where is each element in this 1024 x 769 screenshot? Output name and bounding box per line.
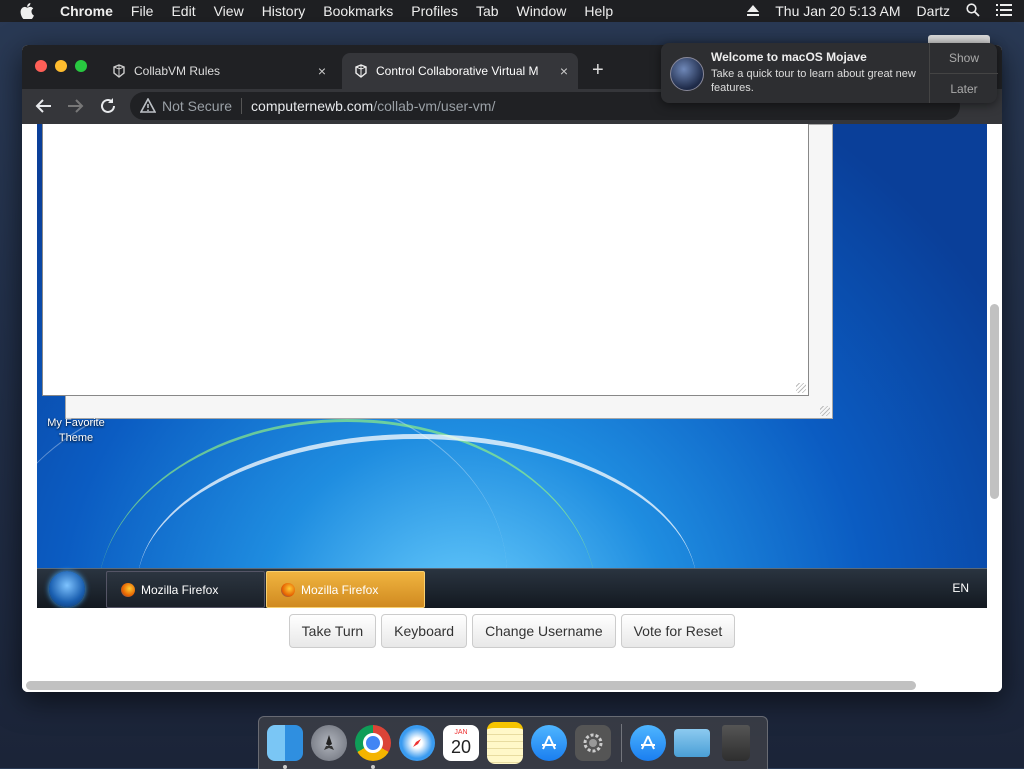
- calendar-icon[interactable]: JAN 20: [443, 725, 479, 761]
- menu-window[interactable]: Window: [517, 3, 567, 19]
- collabvm-favicon-icon: [112, 64, 126, 78]
- warning-triangle-icon[interactable]: [139, 97, 157, 114]
- calendar-month: JAN: [454, 729, 468, 736]
- forward-arrow-icon[interactable]: [66, 97, 84, 115]
- dock-separator: [621, 724, 622, 762]
- dock: JAN 20: [258, 716, 768, 769]
- taskbar-button-label: Mozilla Firefox: [301, 582, 379, 597]
- macos-mojave-icon: [670, 57, 704, 91]
- resize-grip[interactable]: [796, 383, 806, 393]
- minimize-window-button[interactable]: [55, 60, 67, 72]
- firefox-icon: [281, 582, 295, 597]
- notification-show-button[interactable]: Show: [930, 43, 998, 74]
- taskbar-firefox-button-active[interactable]: Mozilla Firefox: [266, 571, 425, 608]
- menu-tab[interactable]: Tab: [476, 3, 499, 19]
- notification-actions: Show Later: [929, 43, 998, 103]
- downloads-folder-icon[interactable]: [674, 729, 710, 757]
- omnibox-divider: [241, 98, 243, 114]
- tab-title: Control Collaborative Virtual M: [376, 64, 539, 78]
- tab-collabvm-rules[interactable]: CollabVM Rules ×: [100, 53, 336, 89]
- language-indicator[interactable]: EN: [952, 581, 969, 595]
- eject-icon[interactable]: [747, 3, 760, 19]
- back-arrow-icon[interactable]: [35, 97, 53, 115]
- vm-taskbar: Mozilla Firefox Mozilla Firefox EN: [37, 568, 987, 608]
- notes-icon[interactable]: [487, 722, 523, 764]
- chrome-icon[interactable]: [355, 725, 391, 769]
- tab-close-button[interactable]: ×: [560, 63, 568, 79]
- running-indicator: [283, 765, 287, 769]
- menu-history[interactable]: History: [262, 3, 306, 19]
- desktop-icon-my-favorite-theme[interactable]: My Favorite Theme: [45, 416, 107, 446]
- vm-foreground-window[interactable]: [42, 124, 809, 396]
- menu-profiles[interactable]: Profiles: [411, 3, 458, 19]
- chrome-center: [363, 733, 383, 753]
- taskbar-firefox-button[interactable]: Mozilla Firefox: [106, 571, 265, 608]
- notification-body: Take a quick tour to learn about great n…: [711, 68, 916, 94]
- launchpad-icon[interactable]: [311, 725, 347, 761]
- collabvm-favicon-icon: [354, 64, 368, 78]
- chrome-window: CollabVM Rules × Control Collaborative V…: [22, 45, 1002, 692]
- vm-control-buttons: Take Turn Keyboard Change Username Vote …: [22, 614, 1002, 648]
- take-turn-button[interactable]: Take Turn: [288, 614, 377, 648]
- url-path: /collab-vm/user-vm/: [373, 98, 496, 114]
- mojave-notification[interactable]: Welcome to macOS Mojave Take a quick tou…: [661, 43, 998, 103]
- app-store-downloads-icon[interactable]: [630, 725, 666, 761]
- apple-icon[interactable]: [20, 3, 36, 19]
- system-preferences-icon[interactable]: [575, 725, 611, 761]
- windows-start-button[interactable]: [49, 571, 85, 607]
- app-store-icon[interactable]: [531, 725, 567, 761]
- tab-close-button[interactable]: ×: [318, 63, 326, 79]
- menu-bookmarks[interactable]: Bookmarks: [323, 3, 393, 19]
- taskbar-button-label: Mozilla Firefox: [141, 582, 219, 597]
- horizontal-scrollbar[interactable]: [26, 681, 916, 690]
- safari-icon[interactable]: [399, 725, 435, 761]
- vertical-scrollbar[interactable]: [990, 304, 999, 499]
- menu-view[interactable]: View: [214, 3, 244, 19]
- desktop-icon-label: My Favorite Theme: [47, 417, 105, 444]
- new-tab-button[interactable]: +: [592, 59, 604, 82]
- tab-title: CollabVM Rules: [134, 64, 221, 78]
- change-username-button[interactable]: Change Username: [472, 614, 616, 648]
- menubar-clock[interactable]: Thu Jan 20 5:13 AM: [775, 3, 900, 19]
- notification-title: Welcome to macOS Mojave: [711, 50, 867, 64]
- notification-later-button[interactable]: Later: [930, 74, 998, 104]
- menu-edit[interactable]: Edit: [171, 3, 195, 19]
- menu-file[interactable]: File: [131, 3, 154, 19]
- finder-icon[interactable]: [267, 725, 303, 769]
- calendar-day: 20: [450, 737, 472, 757]
- trash-icon[interactable]: [722, 725, 750, 761]
- menu-help[interactable]: Help: [584, 3, 613, 19]
- page-content: My Favorite Theme Mozilla Firefox Mozill…: [22, 124, 1002, 692]
- running-indicator: [371, 765, 375, 769]
- zoom-window-button[interactable]: [75, 60, 87, 72]
- menubar-user[interactable]: Dartz: [917, 3, 950, 19]
- tab-control-collaborative-vm[interactable]: Control Collaborative Virtual M ×: [342, 53, 578, 89]
- notification-center-icon[interactable]: [996, 3, 1012, 19]
- menu-app-name[interactable]: Chrome: [60, 3, 113, 19]
- vote-for-reset-button[interactable]: Vote for Reset: [620, 614, 736, 648]
- keyboard-button[interactable]: Keyboard: [381, 614, 468, 648]
- spotlight-search-icon[interactable]: [966, 2, 980, 20]
- url-host: computernewb.com: [251, 98, 374, 114]
- resize-grip[interactable]: [820, 406, 830, 416]
- reload-icon[interactable]: [99, 97, 117, 115]
- menu-bar: Chrome File Edit View History Bookmarks …: [0, 0, 1024, 22]
- vm-screen[interactable]: My Favorite Theme Mozilla Firefox Mozill…: [37, 124, 987, 608]
- security-status[interactable]: Not Secure: [162, 98, 232, 114]
- firefox-icon: [121, 582, 135, 597]
- close-window-button[interactable]: [35, 60, 47, 72]
